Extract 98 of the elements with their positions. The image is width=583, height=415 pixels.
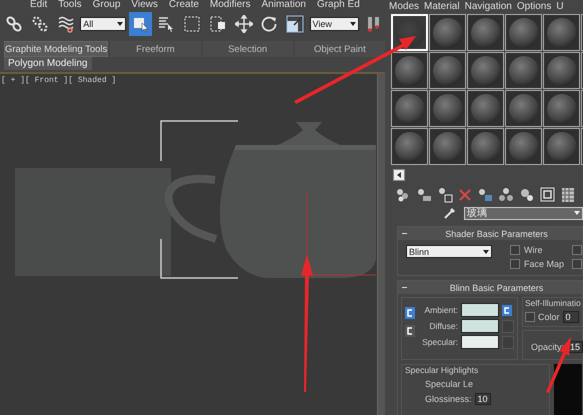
ribbon-tab[interactable]: Graphite Modeling Tools bbox=[4, 41, 108, 57]
sphere-preview bbox=[546, 18, 576, 48]
sphere-preview bbox=[470, 18, 500, 48]
selection-filter-dropdown[interactable]: All bbox=[80, 17, 126, 31]
menu-item[interactable]: Modifiers bbox=[210, 0, 250, 10]
lock-icon[interactable] bbox=[405, 325, 415, 337]
shader-type-dropdown[interactable]: Blinn bbox=[406, 245, 492, 258]
color-swatch[interactable] bbox=[461, 319, 499, 333]
checkbox-label: Face Map bbox=[524, 259, 566, 269]
value-field[interactable]: 0 bbox=[562, 311, 579, 323]
menu-item[interactable]: Animation bbox=[261, 0, 306, 10]
sphere-preview bbox=[546, 56, 576, 86]
checker-icon[interactable] bbox=[561, 187, 575, 203]
sphere-preview bbox=[394, 94, 424, 124]
color-swatch[interactable] bbox=[461, 303, 499, 317]
caret-icon bbox=[574, 211, 580, 215]
checkbox[interactable] bbox=[525, 312, 535, 322]
sphere-preview bbox=[546, 132, 576, 162]
checkbox[interactable] bbox=[510, 245, 520, 255]
material-slot[interactable] bbox=[505, 128, 542, 165]
material-slot[interactable] bbox=[467, 128, 504, 165]
viewport-label[interactable]: [ + ][ Front ][ Shaded ] bbox=[1, 76, 116, 85]
material-slot[interactable] bbox=[505, 14, 542, 51]
group-title: Specular Highlights bbox=[405, 365, 480, 375]
sphere-preview bbox=[432, 56, 462, 86]
menu-item[interactable]: Modes bbox=[389, 0, 420, 14]
sphere-preview bbox=[432, 18, 462, 48]
caret-icon bbox=[117, 22, 124, 26]
checkbox[interactable] bbox=[510, 259, 520, 269]
ribbon-tab[interactable]: Object Paint bbox=[294, 41, 385, 57]
material-slot[interactable] bbox=[467, 14, 504, 51]
menu-item[interactable]: Navigation bbox=[464, 0, 512, 14]
menu-item[interactable]: Material bbox=[424, 0, 460, 14]
menu-item[interactable]: Edit bbox=[30, 0, 48, 10]
group-title: Self-Illuminatio bbox=[525, 298, 582, 308]
opacity-label: Opacity: bbox=[531, 342, 564, 352]
glossiness-field[interactable]: 10 bbox=[474, 393, 491, 405]
checkbox-label: Color bbox=[538, 312, 560, 322]
sphere-preview bbox=[508, 132, 538, 162]
material-slot[interactable] bbox=[543, 52, 580, 89]
material-slot[interactable] bbox=[505, 52, 542, 89]
menu-item[interactable]: Group bbox=[92, 0, 120, 10]
collapse-icon[interactable] bbox=[402, 232, 407, 235]
material-slot[interactable] bbox=[467, 90, 504, 127]
reference-coordinate-dropdown[interactable]: View bbox=[310, 17, 360, 31]
specular-level-label: Specular Le bbox=[425, 379, 474, 389]
collapse-icon[interactable] bbox=[402, 286, 407, 289]
move-icon[interactable] bbox=[232, 12, 255, 36]
lock-icon[interactable] bbox=[502, 304, 512, 316]
sphere-preview bbox=[432, 132, 462, 162]
checkbox[interactable] bbox=[572, 245, 582, 255]
material-slot[interactable] bbox=[543, 128, 580, 165]
color-label: Ambient: bbox=[423, 305, 458, 315]
menu-item[interactable]: Tools bbox=[58, 0, 82, 10]
material-slot[interactable] bbox=[505, 90, 542, 127]
eyedropper-icon[interactable] bbox=[443, 206, 456, 220]
menu-item[interactable]: Create bbox=[168, 0, 199, 10]
sphere-preview bbox=[470, 94, 500, 124]
ribbon-panel-tab[interactable]: Polygon Modeling bbox=[4, 57, 92, 70]
color-label: Diffuse: bbox=[428, 321, 458, 331]
triangle-left-icon bbox=[396, 172, 402, 178]
select-object-icon[interactable] bbox=[129, 12, 152, 36]
menu-item[interactable]: Views bbox=[131, 0, 158, 10]
sphere-preview bbox=[470, 56, 500, 86]
menu-item[interactable]: Options bbox=[516, 0, 552, 14]
checkbox-label: Wire bbox=[524, 245, 544, 255]
sphere-preview bbox=[432, 94, 462, 124]
color-label: Specular: bbox=[421, 337, 458, 347]
material-name-field[interactable]: 玻璃 bbox=[464, 206, 583, 220]
caret-icon bbox=[350, 22, 356, 26]
color-swatch[interactable] bbox=[461, 335, 499, 349]
ribbon-tab[interactable]: Freeform bbox=[110, 41, 201, 57]
material-slot[interactable] bbox=[391, 52, 428, 89]
scroll-left-button[interactable] bbox=[393, 169, 405, 181]
checkbox[interactable] bbox=[572, 259, 582, 269]
material-slot[interactable] bbox=[391, 90, 428, 127]
glossiness-label: Glossiness: bbox=[425, 394, 472, 404]
sphere-preview bbox=[470, 132, 500, 162]
sphere-preview bbox=[508, 18, 538, 48]
material-slot[interactable] bbox=[391, 128, 428, 165]
menu-item[interactable]: U bbox=[556, 0, 564, 14]
lock-icon[interactable] bbox=[405, 307, 415, 319]
material-slot[interactable] bbox=[429, 52, 466, 89]
sphere-preview bbox=[508, 56, 538, 86]
ribbon-tab[interactable]: Selection bbox=[202, 41, 293, 57]
sphere-preview bbox=[394, 132, 424, 162]
material-slot[interactable] bbox=[429, 90, 466, 127]
material-slot[interactable] bbox=[543, 90, 580, 127]
caret-icon bbox=[483, 250, 489, 254]
sphere-preview bbox=[394, 56, 424, 86]
material-slot[interactable] bbox=[467, 52, 504, 89]
material-slot[interactable] bbox=[429, 128, 466, 165]
material-slot[interactable] bbox=[543, 14, 580, 51]
highlight-curve-preview bbox=[554, 364, 582, 415]
sphere-preview bbox=[508, 94, 538, 124]
sphere-preview bbox=[546, 94, 576, 124]
material-slot[interactable] bbox=[429, 14, 466, 51]
menu-item[interactable]: Graph Ed bbox=[316, 0, 360, 10]
